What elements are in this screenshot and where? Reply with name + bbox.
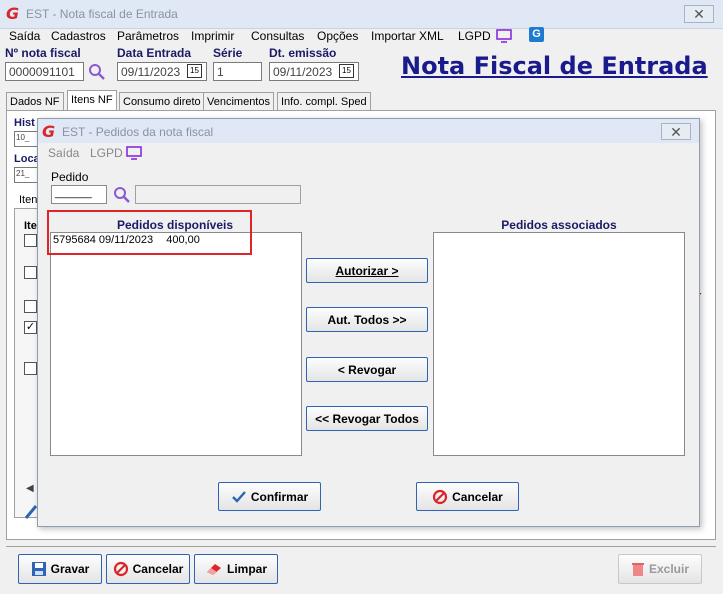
app-shortcut-icon[interactable]: G	[529, 27, 544, 42]
menu-cadastros[interactable]: Cadastros	[51, 29, 106, 43]
tab-info-compl-sped[interactable]: Info. compl. Sped	[277, 92, 371, 110]
row-checkbox[interactable]	[24, 234, 37, 247]
main-menu: Saída Cadastros Parâmetros Imprimir Cons…	[0, 27, 723, 45]
save-icon	[31, 561, 47, 577]
confirmar-button[interactable]: Confirmar	[218, 482, 321, 511]
hist-input[interactable]: 10_	[14, 131, 38, 147]
app-logo-icon: G	[6, 4, 20, 23]
limpar-button[interactable]: Limpar	[194, 554, 278, 584]
row-checkbox[interactable]	[24, 266, 37, 279]
tab-dados-nf[interactable]: Dados NF	[6, 92, 64, 110]
dialog-title: EST - Pedidos da nota fiscal	[62, 125, 214, 139]
associados-title: Pedidos associados	[501, 218, 617, 232]
autorizar-button[interactable]: Autorizar >	[306, 258, 428, 283]
edit-pencil-icon[interactable]	[24, 502, 38, 520]
pedidos-dialog: G EST - Pedidos da nota fiscal ✕ Saída L…	[37, 118, 700, 527]
row-checkbox[interactable]	[24, 362, 37, 375]
gravar-button[interactable]: Gravar	[18, 554, 102, 584]
nf-label: Nº nota fiscal	[5, 46, 81, 60]
pedido-input[interactable]: ______	[51, 185, 107, 204]
ite-label: Ite	[24, 220, 37, 232]
loca-label: Loca	[14, 153, 40, 165]
toolbar-divider	[6, 546, 716, 547]
serie-label: Série	[213, 46, 243, 60]
revogar-todos-button[interactable]: << Revogar Todos	[306, 406, 428, 431]
dialog-titlebar: G EST - Pedidos da nota fiscal ✕	[38, 119, 699, 143]
cancel-icon	[432, 489, 448, 505]
pedido-label: Pedido	[51, 170, 89, 184]
calendar-icon[interactable]: 15	[187, 64, 202, 78]
monitor-icon[interactable]	[496, 29, 512, 43]
dialog-menu-saida[interactable]: Saída	[48, 146, 79, 160]
menu-saida[interactable]: Saída	[9, 29, 40, 43]
cancel-icon	[113, 561, 129, 577]
menu-importar-xml[interactable]: Importar XML	[371, 29, 444, 43]
highlight-box	[47, 210, 252, 255]
cancelar-button[interactable]: Cancelar	[106, 554, 190, 584]
search-icon[interactable]	[113, 186, 131, 204]
app-logo-icon: G	[42, 122, 56, 141]
page-title: Nota Fiscal de Entrada	[401, 52, 708, 80]
menu-opcoes[interactable]: Opções	[317, 29, 358, 43]
serie-input[interactable]: 1	[213, 62, 262, 81]
tab-itens-nf[interactable]: Itens NF	[67, 90, 117, 110]
tab-consumo-direto[interactable]: Consumo direto	[119, 92, 205, 110]
disponiveis-list[interactable]: 5795684 09/11/2023 400,00	[50, 232, 302, 456]
nf-input[interactable]: 0000091101	[5, 62, 84, 81]
scroll-left-icon[interactable]: ◀	[26, 483, 34, 494]
revogar-button[interactable]: < Revogar	[306, 357, 428, 382]
excluir-button[interactable]: Excluir	[618, 554, 702, 584]
menu-imprimir[interactable]: Imprimir	[191, 29, 234, 43]
window-title: EST - Nota fiscal de Entrada	[26, 7, 178, 21]
loca-input[interactable]: 21_	[14, 167, 38, 183]
search-icon[interactable]	[88, 63, 106, 81]
monitor-icon[interactable]	[126, 146, 142, 160]
row-checkbox[interactable]	[24, 300, 37, 313]
menu-parametros[interactable]: Parâmetros	[117, 29, 179, 43]
itens-label: Iten	[19, 194, 38, 206]
hist-label: Hist	[14, 117, 35, 129]
check-icon	[231, 490, 247, 504]
dialog-cancelar-button[interactable]: Cancelar	[416, 482, 519, 511]
menu-lgpd[interactable]: LGPD	[458, 29, 491, 43]
dt-emissao-label: Dt. emissão	[269, 46, 337, 60]
pedido-description-field	[135, 185, 301, 204]
window-close-button[interactable]: ✕	[684, 5, 714, 23]
menu-consultas[interactable]: Consultas	[251, 29, 304, 43]
calendar-icon[interactable]: 15	[339, 64, 354, 78]
eraser-icon	[205, 562, 223, 576]
associados-list[interactable]	[433, 232, 685, 456]
tab-vencimentos[interactable]: Vencimentos	[203, 92, 274, 110]
checked-checkbox[interactable]: ✓	[24, 321, 37, 334]
data-entrada-label: Data Entrada	[117, 46, 192, 60]
dialog-close-button[interactable]: ✕	[661, 123, 691, 140]
window-titlebar: G EST - Nota fiscal de Entrada ✕	[0, 0, 723, 29]
aut-todos-button[interactable]: Aut. Todos >>	[306, 307, 428, 332]
dialog-menu-lgpd[interactable]: LGPD	[90, 146, 123, 160]
trash-icon	[631, 561, 645, 577]
